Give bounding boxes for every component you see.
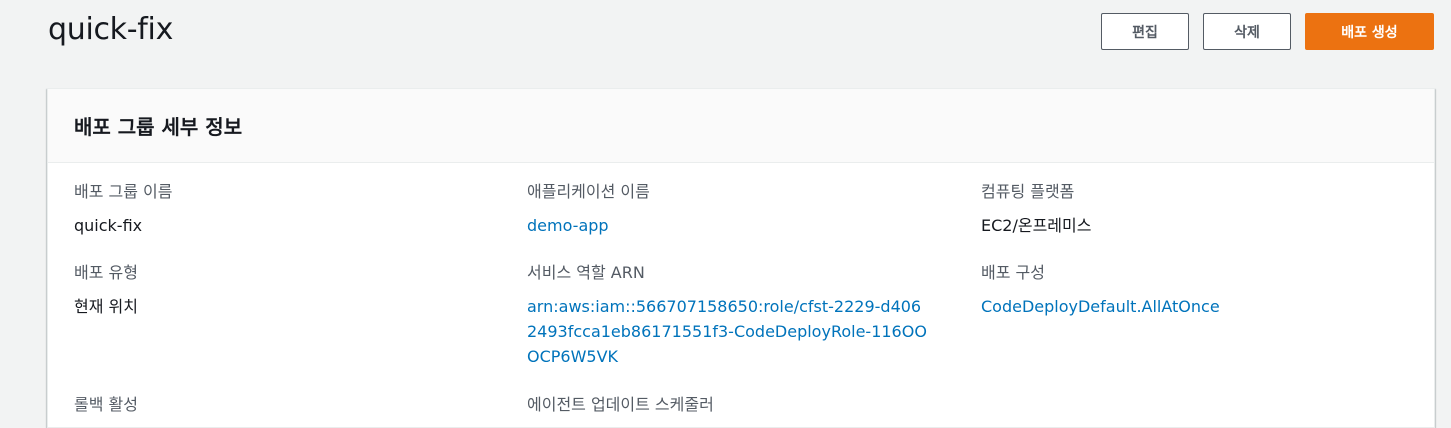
field-label: 배포 그룹 이름 xyxy=(74,182,173,201)
field-label: 서비스 역할 ARN xyxy=(527,263,645,282)
edit-button[interactable]: 편집 xyxy=(1101,13,1189,50)
panel-header: 배포 그룹 세부 정보 xyxy=(48,89,1434,163)
deployment-config-field: 배포 구성 CodeDeployDefault.AllAtOnce xyxy=(981,262,1401,319)
field-label: 배포 유형 xyxy=(74,263,138,282)
deployment-type-field: 배포 유형 현재 위치 xyxy=(74,262,494,319)
delete-button[interactable]: 삭제 xyxy=(1203,13,1291,50)
agent-update-scheduler-field: 에이전트 업데이트 스케줄러 xyxy=(527,394,947,416)
deployment-group-details-panel: 배포 그룹 세부 정보 배포 그룹 이름 quick-fix 배포 유형 현재 … xyxy=(47,88,1435,428)
application-link[interactable]: demo-app xyxy=(527,213,947,238)
field-value: EC2/온프레미스 xyxy=(981,216,1092,235)
field-label: 애플리케이션 이름 xyxy=(527,182,650,201)
field-value: 현재 위치 xyxy=(74,297,138,316)
service-role-arn-link[interactable]: arn:aws:iam::566707158650:role/cfst-2229… xyxy=(527,294,927,369)
field-label: 에이전트 업데이트 스케줄러 xyxy=(527,395,714,414)
field-label: 컴퓨팅 플랫폼 xyxy=(981,182,1075,201)
deployment-group-name-field: 배포 그룹 이름 quick-fix xyxy=(74,181,494,238)
page-title: quick-fix xyxy=(48,12,174,47)
panel-title: 배포 그룹 세부 정보 xyxy=(74,115,243,139)
header-actions: 편집 삭제 배포 생성 xyxy=(1101,13,1434,50)
create-deployment-button[interactable]: 배포 생성 xyxy=(1305,13,1434,50)
field-label: 배포 구성 xyxy=(981,263,1045,282)
application-name-field: 애플리케이션 이름 demo-app xyxy=(527,181,947,238)
rollback-enabled-field: 롤백 활성 xyxy=(74,394,494,416)
field-value: quick-fix xyxy=(74,216,143,235)
service-role-arn-field: 서비스 역할 ARN arn:aws:iam::566707158650:rol… xyxy=(527,262,947,369)
field-label: 롤백 활성 xyxy=(74,395,138,414)
compute-platform-field: 컴퓨팅 플랫폼 EC2/온프레미스 xyxy=(981,181,1401,238)
deployment-config-link[interactable]: CodeDeployDefault.AllAtOnce xyxy=(981,294,1401,319)
